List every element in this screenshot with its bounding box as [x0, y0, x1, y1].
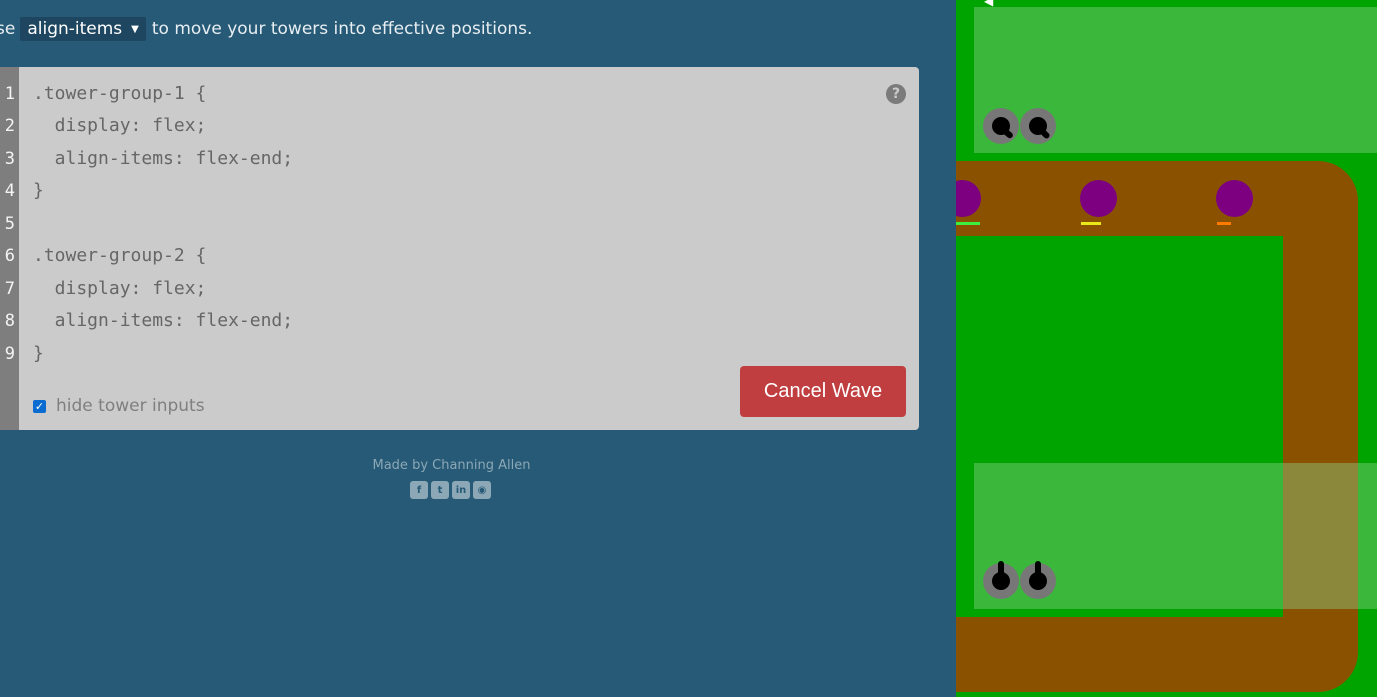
instruction-text: se align-items ▼ to move your towers int…: [0, 14, 532, 44]
line-number: 6: [4, 246, 15, 266]
arrow-icon: ◀: [984, 0, 994, 8]
linkedin-icon[interactable]: in: [452, 481, 470, 499]
line-number: 1: [4, 84, 15, 104]
enemy-health-bar: [1081, 222, 1101, 225]
code-line: }: [33, 343, 44, 364]
line-number: 2: [4, 116, 15, 136]
hide-tower-inputs-toggle[interactable]: ✓ hide tower inputs: [33, 396, 205, 416]
code-line-input[interactable]: align-items: flex-end;: [33, 305, 293, 337]
code-line: .tower-group-2 {: [33, 245, 207, 266]
instruction-suffix: to move your towers into effective posit…: [151, 19, 533, 39]
code-line-input[interactable]: display: flex;: [33, 110, 207, 142]
tower[interactable]: [1020, 108, 1056, 144]
property-select[interactable]: align-items ▼: [20, 17, 146, 41]
tower-barrel: [998, 561, 1004, 577]
enemy: [1216, 180, 1253, 217]
cancel-wave-button[interactable]: Cancel Wave: [740, 366, 906, 417]
github-icon[interactable]: ◉: [473, 481, 491, 499]
code-line-input[interactable]: display: flex;: [33, 273, 207, 305]
line-number-gutter: 1 2 3 4 5 6 7 8 9: [0, 67, 19, 430]
checkbox-checked-icon[interactable]: ✓: [33, 399, 46, 413]
line-number: 3: [4, 149, 15, 169]
enemy-health-bar: [1217, 222, 1231, 225]
game-board: ◀: [956, 0, 1377, 697]
line-number: 7: [4, 279, 15, 299]
code-line: }: [33, 180, 44, 201]
chevron-down-icon: ▼: [131, 23, 139, 35]
css-editor[interactable]: 1 2 3 4 5 6 7 8 9 .tower-group-1 { displ…: [0, 67, 919, 430]
property-select-value: align-items: [27, 19, 123, 39]
tower[interactable]: [983, 108, 1019, 144]
facebook-icon[interactable]: f: [410, 481, 428, 499]
line-number: 5: [4, 214, 15, 234]
line-number: 9: [4, 344, 15, 364]
tower-barrel: [1035, 561, 1041, 577]
code-line: .tower-group-1 {: [33, 83, 207, 104]
credit-text: Made by Channing Allen: [372, 458, 531, 473]
social-links: f t in ◉: [410, 481, 491, 499]
hide-tower-inputs-label: hide tower inputs: [56, 396, 205, 416]
tower[interactable]: [983, 561, 1019, 599]
instruction-prefix: se: [0, 19, 16, 39]
line-number: 8: [4, 311, 15, 331]
enemy-path-right: [1283, 161, 1358, 692]
enemy: [1080, 180, 1117, 217]
enemy-health-bar: [956, 222, 980, 225]
twitter-icon[interactable]: t: [431, 481, 449, 499]
help-icon[interactable]: ?: [886, 84, 906, 104]
code-line-input[interactable]: align-items: flex-end;: [33, 143, 293, 175]
enemy-path-bottom: [956, 617, 1356, 692]
tower[interactable]: [1020, 561, 1056, 599]
line-number: 4: [4, 181, 15, 201]
